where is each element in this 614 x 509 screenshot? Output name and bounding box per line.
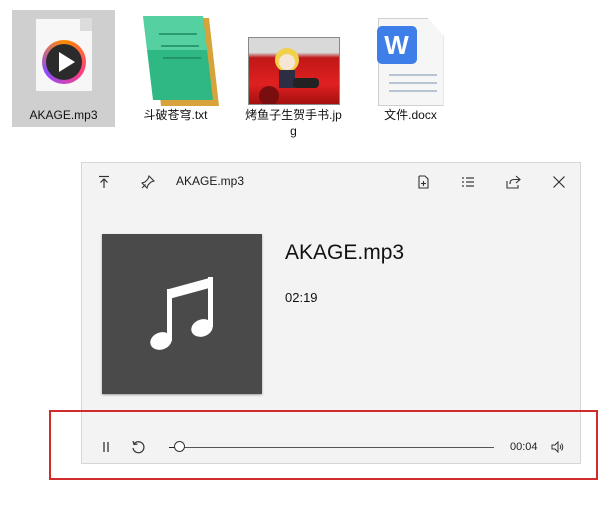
playlist-icon[interactable] — [457, 171, 479, 193]
track-duration: 02:19 — [285, 290, 318, 305]
track-title: AKAGE.mp3 — [285, 241, 405, 264]
media-player-window: AKAGE.mp3 AKAGE.mp3 02:19 00:04 — [81, 162, 581, 464]
music-note-icon — [150, 277, 213, 350]
anime-thumbnail — [258, 48, 319, 104]
desktop-icon-mp3[interactable]: AKAGE.mp3 — [12, 10, 115, 127]
image-file-icon — [247, 37, 340, 105]
player-titlebar: AKAGE.mp3 — [82, 163, 580, 201]
pause-icon[interactable] — [96, 437, 116, 457]
notepad-file-icon — [142, 16, 219, 106]
share-icon[interactable] — [502, 171, 524, 193]
pin-icon[interactable] — [137, 171, 159, 193]
text-line — [388, 82, 437, 84]
play-icon — [58, 52, 75, 72]
wps-document-icon: W — [376, 26, 417, 64]
playback-controls: 00:04 — [82, 433, 580, 463]
file-fold-shape — [79, 18, 92, 31]
desktop-icon-label: 斗破苍穹.txt — [143, 108, 208, 122]
window-title: AKAGE.mp3 — [176, 174, 245, 188]
desktop-icon-label: AKAGE.mp3 — [29, 108, 98, 122]
album-artwork — [102, 234, 262, 394]
text-line — [388, 74, 437, 76]
desktop-icon-txt[interactable]: 斗破苍穹.txt — [124, 10, 227, 127]
desktop-icon-docx[interactable]: W 文件.docx — [359, 10, 462, 127]
playback-position: 00:04 — [510, 441, 538, 453]
desktop-icon-label: 文件.docx — [384, 108, 437, 122]
replay-icon[interactable] — [128, 437, 148, 457]
keep-on-top-icon[interactable] — [93, 171, 115, 193]
volume-icon[interactable] — [548, 437, 568, 457]
open-file-icon[interactable] — [413, 171, 435, 193]
seek-bar[interactable] — [169, 447, 494, 448]
desktop-icon-label: 烤鱼子生贺手书.jpg — [245, 108, 342, 138]
desktop-icon-jpg[interactable]: 烤鱼子生贺手书.jpg — [242, 10, 345, 138]
seek-thumb[interactable] — [173, 441, 185, 452]
text-line — [388, 90, 437, 92]
close-icon[interactable] — [548, 171, 570, 193]
